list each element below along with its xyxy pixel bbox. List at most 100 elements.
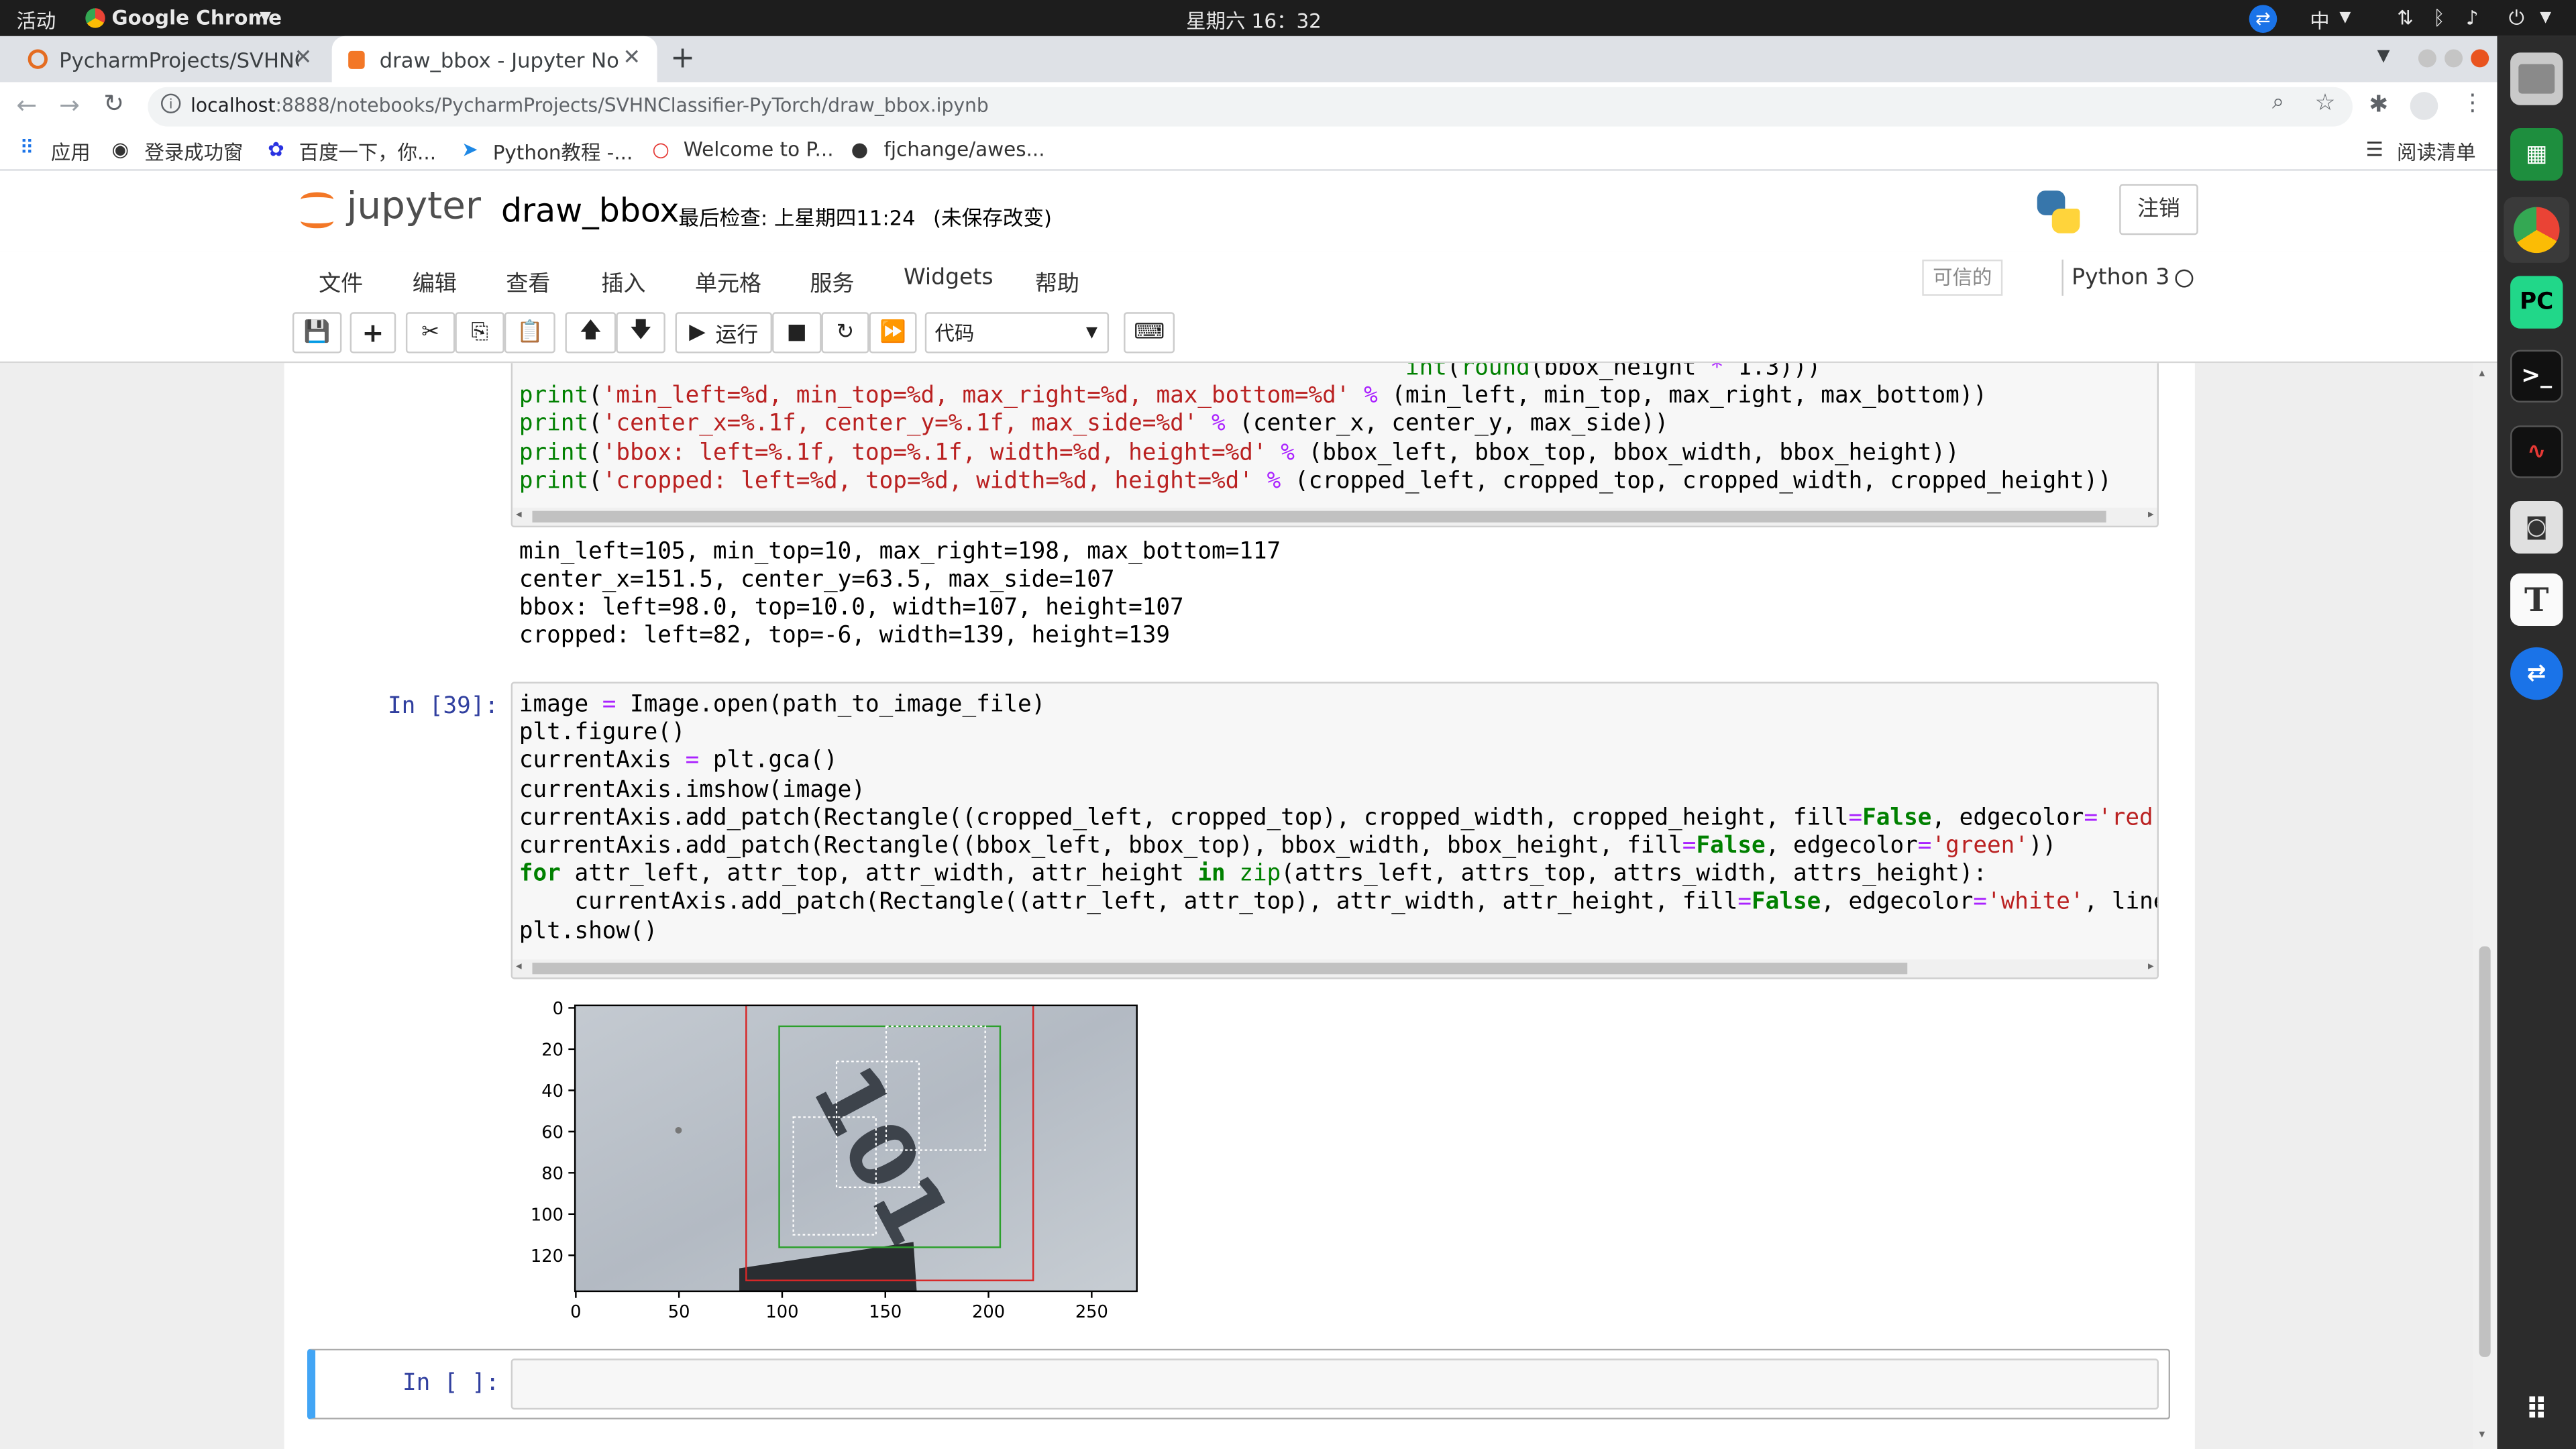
arrow-down-icon: 🡇 xyxy=(629,317,652,343)
x-tick-label: 0 xyxy=(570,1302,581,1321)
copy-button[interactable]: ⎘ xyxy=(455,312,504,354)
jupyter-menubar: 文件 编辑 查看 插入 单元格 服务 Widgets 帮助 可信的 Python… xyxy=(0,251,2498,364)
input-method-indicator[interactable]: 中 xyxy=(2310,7,2329,35)
paste-button[interactable]: 📋 xyxy=(504,312,555,354)
bookmark-login[interactable]: 登录成功窗 xyxy=(145,138,244,166)
bookmark-baidu[interactable]: 百度一下，你... xyxy=(299,138,436,166)
horizontal-scrollbar[interactable]: ◂ ▸ xyxy=(513,959,2157,978)
scroll-left-icon[interactable]: ◂ xyxy=(516,508,522,521)
scroll-left-icon[interactable]: ◂ xyxy=(516,959,522,973)
reload-icon[interactable]: ↻ xyxy=(103,89,124,118)
horizontal-scrollbar[interactable]: ◂ ▸ xyxy=(513,507,2157,526)
restart-run-all-button[interactable]: ⏩ xyxy=(869,312,917,354)
bookmark-welcome[interactable]: Welcome to P... xyxy=(684,138,834,161)
menu-help[interactable]: 帮助 xyxy=(1035,264,1079,297)
tab-title: PycharmProjects/SVHNCl xyxy=(59,46,299,72)
bookmark-python[interactable]: Python教程 -... xyxy=(493,138,633,166)
spreadsheet-icon[interactable]: ▦ xyxy=(2510,128,2563,181)
move-down-button[interactable]: 🡇 xyxy=(616,312,665,354)
menu-edit[interactable]: 编辑 xyxy=(413,264,457,297)
show-apps-icon[interactable]: ⠿ xyxy=(2510,1383,2563,1436)
cell-type-select[interactable]: 代码 ▼ xyxy=(924,312,1110,354)
scrollbar-thumb[interactable] xyxy=(532,511,2106,523)
forward-icon[interactable]: → xyxy=(59,91,80,120)
bookmark-apps[interactable]: 应用 xyxy=(51,138,91,166)
zoom-icon[interactable]: ⌕ xyxy=(2272,91,2284,115)
logout-button[interactable]: 注销 xyxy=(2119,184,2198,235)
pycharm-icon[interactable]: PC xyxy=(2510,276,2563,329)
code-cell-1-input[interactable]: int(round(bbox_height * 1.3))) print('min… xyxy=(511,363,2159,528)
bluetooth-icon[interactable]: ᛒ xyxy=(2433,7,2445,30)
globe-icon: ◉ xyxy=(111,138,129,162)
more-menu-icon[interactable]: ⋮ xyxy=(2461,91,2484,117)
menu-view[interactable]: 查看 xyxy=(506,264,550,297)
scroll-right-icon[interactable]: ▸ xyxy=(2148,959,2154,973)
cut-button[interactable]: ✂ xyxy=(405,312,455,354)
terminal-icon[interactable]: >_ xyxy=(2510,350,2563,403)
jupyter-logo-icon[interactable] xyxy=(301,189,334,232)
teamviewer-dock-icon[interactable]: ⇄ xyxy=(2510,647,2563,700)
teamviewer-tray-icon[interactable]: ⇄ xyxy=(2249,5,2277,33)
app-menu[interactable]: Google Chrome xyxy=(112,7,282,30)
menu-insert[interactable]: 插入 xyxy=(601,264,645,297)
chrome-dock-icon[interactable] xyxy=(2504,197,2570,263)
address-bar[interactable]: i localhost:8888/notebooks/PycharmProjec… xyxy=(148,87,2353,127)
menu-widgets[interactable]: Widgets xyxy=(904,264,994,290)
back-icon[interactable]: ← xyxy=(16,91,37,120)
profile-avatar[interactable] xyxy=(2410,92,2438,120)
info-icon[interactable]: i xyxy=(161,93,181,113)
cell-2-code-line: currentAxis = plt.gca() xyxy=(519,748,838,775)
bookmark-fjchange[interactable]: fjchange/awes... xyxy=(884,138,1045,161)
page-scrollbar[interactable]: ▴ ▾ xyxy=(2472,363,2498,1449)
typora-icon[interactable]: T xyxy=(2510,573,2563,627)
code-cell-2-input[interactable]: image = Image.open(path_to_image_file) pl… xyxy=(511,682,2159,979)
insert-cell-button[interactable]: + xyxy=(350,312,396,354)
kernel-name[interactable]: Python 3 xyxy=(2072,264,2169,290)
tab-pycharm[interactable]: PycharmProjects/SVHNCl ✕ xyxy=(13,36,329,83)
extensions-icon[interactable]: ✱ xyxy=(2369,92,2388,118)
jupyter-logo-text[interactable]: jupyter xyxy=(347,186,481,229)
trusted-indicator[interactable]: 可信的 xyxy=(1922,259,2003,296)
chevron-down-icon: ▼ xyxy=(2339,9,2351,27)
move-up-button[interactable]: 🡅 xyxy=(565,312,616,354)
restart-button[interactable]: ↻ xyxy=(821,312,869,354)
network-icon[interactable]: ⇅ xyxy=(2397,7,2414,30)
chevron-down-icon: ▼ xyxy=(2540,9,2552,27)
maximize-button[interactable] xyxy=(2445,49,2463,68)
tab-search-icon[interactable]: ▼ xyxy=(2377,48,2390,66)
close-tab-icon[interactable]: ✕ xyxy=(623,46,641,71)
clock[interactable]: 星期六 16：32 xyxy=(1186,7,1322,35)
save-button[interactable]: 💾 xyxy=(292,312,342,354)
empty-code-input[interactable] xyxy=(511,1358,2159,1410)
new-tab-button[interactable]: + xyxy=(670,41,695,75)
ubuntu-dock: ▦ PC >_ ∿ ◙ T ⇄ ⠿ xyxy=(2497,36,2576,1449)
scroll-right-icon[interactable]: ▸ xyxy=(2148,508,2154,521)
run-button[interactable]: ▶ 运行 xyxy=(675,312,773,354)
power-icon[interactable]: ⏻ xyxy=(2509,7,2524,32)
kernel-idle-icon xyxy=(2175,269,2194,288)
scroll-up-icon[interactable]: ▴ xyxy=(2479,366,2485,380)
tab-draw-bbox[interactable]: draw_bbox - Jupyter Note ✕ xyxy=(331,36,657,83)
volume-icon[interactable]: ♪ xyxy=(2466,7,2479,30)
reading-list[interactable]: 阅读清单 xyxy=(2397,138,2476,166)
interrupt-button[interactable]: ■ xyxy=(772,312,822,354)
camera-icon[interactable]: ◙ xyxy=(2510,500,2563,554)
scroll-down-icon[interactable]: ▾ xyxy=(2479,1428,2485,1441)
scrollbar-thumb[interactable] xyxy=(532,963,1908,975)
menu-cell[interactable]: 单元格 xyxy=(695,264,761,297)
minimize-button[interactable] xyxy=(2418,49,2436,68)
command-palette-button[interactable]: ⌨ xyxy=(1124,312,1175,354)
notebook-name[interactable]: draw_bbox xyxy=(501,191,679,230)
scrollbar-thumb[interactable] xyxy=(2479,946,2491,1357)
y-tick-label: 0 xyxy=(553,999,564,1019)
menu-file[interactable]: 文件 xyxy=(319,264,363,297)
cell-1-output-line: min_left=105, min_top=10, max_right=198,… xyxy=(519,539,1281,566)
close-window-button[interactable] xyxy=(2471,49,2489,68)
file-manager-icon[interactable] xyxy=(2510,52,2563,105)
bookmark-star-icon[interactable]: ☆ xyxy=(2315,91,2336,117)
activities-button[interactable]: 活动 xyxy=(16,7,56,35)
url-host: localhost xyxy=(191,93,276,117)
close-tab-icon[interactable]: ✕ xyxy=(294,46,313,71)
system-monitor-icon[interactable]: ∿ xyxy=(2510,425,2563,478)
menu-kernel[interactable]: 服务 xyxy=(810,264,854,297)
